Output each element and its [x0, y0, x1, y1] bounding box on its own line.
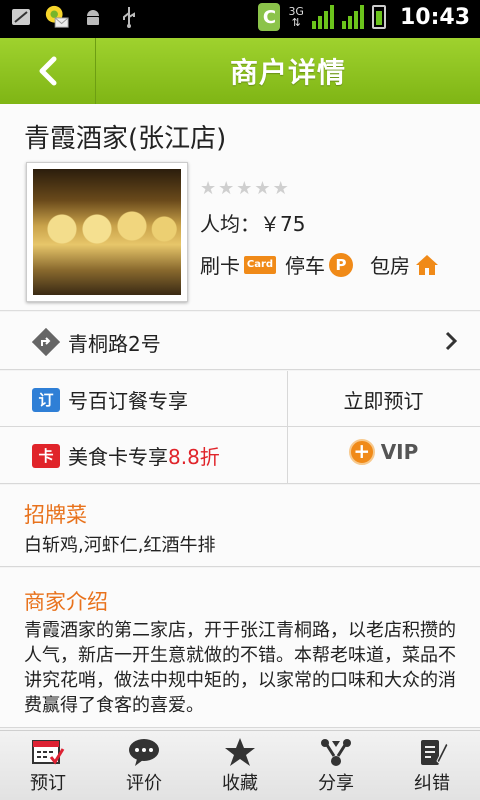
tab-share-label: 分享: [318, 773, 354, 794]
parking-icon: P: [329, 252, 353, 277]
card-tag-icon: 卡: [32, 443, 60, 468]
booking-offer-label: 号百订餐专享: [68, 389, 188, 413]
merchant-photo[interactable]: [26, 162, 188, 302]
rating-stars: ★ ★ ★ ★ ★: [200, 178, 289, 199]
edit-icon: [421, 740, 449, 765]
star-icon: ★: [218, 178, 235, 199]
signature-dishes-section: 招牌菜 白斩鸡,河虾仁,红酒牛排: [0, 485, 480, 567]
status-icons: C 3G ⇅ 10:43: [258, 3, 470, 31]
bottom-tab-bar: 预订 评价 收藏 分享 纠错: [0, 730, 480, 800]
comment-icon: [129, 739, 159, 766]
intro-heading: 商家介绍: [24, 590, 108, 614]
star-icon: [225, 738, 255, 766]
vip-button[interactable]: + VIP: [287, 439, 480, 465]
notification-area: [8, 4, 142, 30]
food-image: [33, 169, 181, 295]
card-icon: Card: [244, 255, 276, 274]
address-text: 青桐路2号: [68, 332, 161, 356]
card-offer-row: 卡 美食卡专享 8.8折 + VIP: [0, 427, 480, 484]
tab-favorite[interactable]: 收藏: [192, 731, 288, 800]
share-icon: [321, 739, 351, 766]
android-icon: [80, 4, 106, 30]
c-app-icon: C: [258, 3, 281, 31]
tab-booking-label: 预订: [30, 773, 66, 794]
star-icon: ★: [254, 178, 271, 199]
tab-comment[interactable]: 评价: [96, 731, 192, 800]
chevron-right-icon: [445, 331, 458, 351]
merchant-intro-section: 商家介绍 青霞酒家的第二家店，开于张江青桐路，以老店积攒的人气，新店一开生意就做…: [0, 568, 480, 728]
back-button[interactable]: [0, 38, 96, 104]
back-arrow-icon: [39, 56, 56, 86]
tab-favorite-label: 收藏: [222, 773, 258, 794]
booking-tag-icon: 订: [32, 387, 60, 412]
booking-offer[interactable]: 订 号百订餐专享: [32, 385, 188, 414]
page-title: 商户详情: [229, 56, 346, 89]
average-price: 人均：￥75: [200, 212, 306, 236]
signature-heading: 招牌菜: [24, 503, 87, 527]
g-signal-icon: [341, 5, 364, 29]
status-bar: C 3G ⇅ 10:43: [0, 0, 480, 38]
feature-private-room: 包房: [370, 250, 440, 279]
signature-text: 白斩鸡,河虾仁,红酒牛排: [24, 535, 216, 556]
book-now-button[interactable]: 立即预订: [287, 385, 480, 414]
3g-signal-icon: 3G ⇅: [288, 5, 304, 29]
feature-parking: 停车 P: [285, 250, 353, 279]
tab-comment-label: 评价: [126, 773, 162, 794]
feature-parking-label: 停车: [285, 254, 325, 278]
title-bar: 商户详情: [0, 38, 480, 104]
signal-bars-icon: [311, 5, 334, 29]
tab-booking[interactable]: 预订: [0, 731, 96, 800]
card-offer-label: 美食卡专享: [68, 445, 168, 469]
feature-card: 刷卡 Card: [200, 250, 276, 279]
plus-icon: +: [348, 439, 375, 465]
intro-text: 青霞酒家的第二家店，开于张江青桐路，以老店积攒的人气，新店一开生意就做的不错。本…: [24, 620, 456, 716]
tab-correction-label: 纠错: [414, 773, 450, 794]
clock: 10:43: [399, 4, 470, 30]
discount-text: 8.8折: [168, 445, 220, 469]
usb-icon: [116, 4, 142, 30]
feature-room-label: 包房: [370, 254, 410, 278]
booking-icon: [32, 740, 65, 765]
tab-share[interactable]: 分享: [288, 731, 384, 800]
vip-label: VIP: [380, 440, 419, 464]
feature-card-label: 刷卡: [200, 254, 240, 278]
card-offer[interactable]: 卡 美食卡专享 8.8折: [32, 441, 220, 470]
notification-icon: [44, 4, 70, 30]
sim-icon: [8, 4, 34, 30]
star-icon: ★: [272, 178, 289, 199]
house-icon: [414, 253, 440, 277]
star-icon: ★: [236, 178, 253, 199]
direction-icon: [32, 328, 60, 356]
address-row[interactable]: 青桐路2号: [0, 312, 480, 370]
merchant-name: 青霞酒家(张江店): [24, 124, 227, 154]
star-icon: ★: [200, 178, 217, 199]
battery-icon: [371, 5, 386, 29]
booking-offer-row: 订 号百订餐专享 立即预订: [0, 371, 480, 427]
tab-correction[interactable]: 纠错: [384, 731, 480, 800]
